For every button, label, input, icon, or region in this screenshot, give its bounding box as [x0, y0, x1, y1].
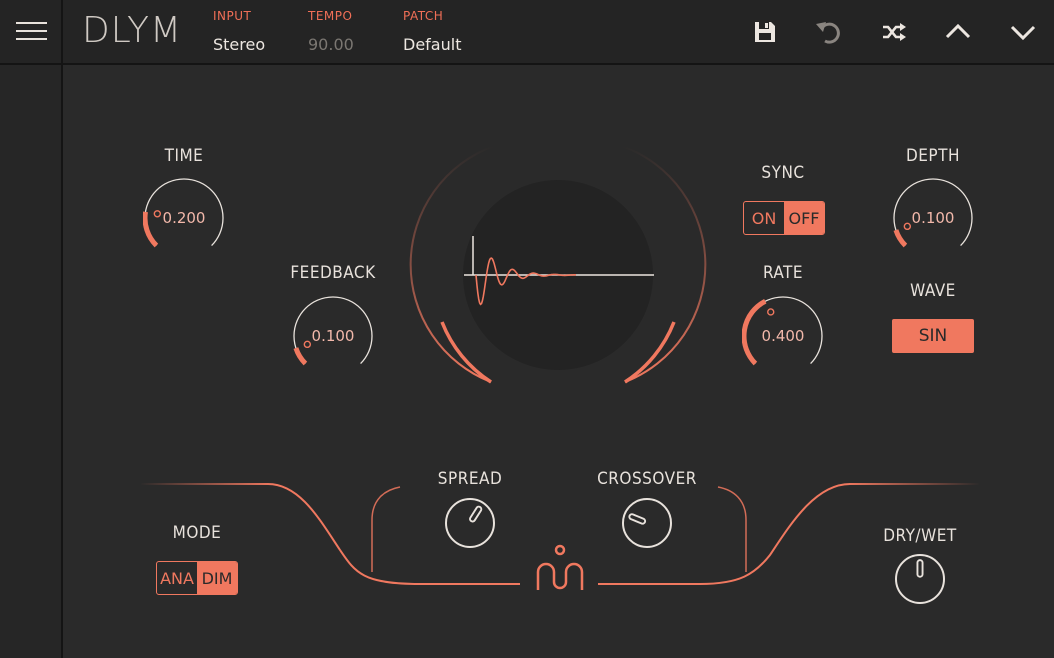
knob-body — [445, 498, 495, 548]
sync-off-option[interactable]: OFF — [784, 202, 824, 234]
sync-on-option[interactable]: ON — [744, 202, 784, 234]
sync-toggle: ON OFF — [743, 201, 825, 235]
depth-label: DEPTH — [905, 146, 961, 166]
brand-mark-icon — [536, 544, 584, 590]
rate-value: 0.400 — [761, 327, 805, 345]
knob-value-arc — [893, 229, 908, 248]
crossover-knob[interactable] — [621, 497, 673, 549]
knob-indicator — [153, 210, 162, 218]
feedback-value: 0.100 — [311, 327, 355, 345]
knob-indicator — [903, 222, 912, 231]
drywet-knob[interactable] — [894, 553, 946, 605]
bottom-contour — [140, 483, 980, 585]
knob-indicator — [767, 308, 775, 316]
crossover-label: CROSSOVER — [597, 469, 697, 489]
time-value: 0.200 — [162, 209, 206, 227]
knob-body — [622, 498, 672, 548]
mode-label: MODE — [172, 523, 222, 543]
delay-visualizer — [409, 145, 707, 384]
mode-dim-option[interactable]: DIM — [197, 562, 237, 594]
time-label: TIME — [164, 146, 204, 166]
sync-label: SYNC — [761, 163, 805, 183]
feedback-label: FEEDBACK — [290, 263, 376, 283]
mode-toggle: ANA DIM — [156, 561, 238, 595]
spread-knob[interactable] — [444, 497, 496, 549]
rate-label: RATE — [762, 263, 804, 283]
drywet-label: DRY/WET — [883, 526, 957, 546]
depth-value: 0.100 — [911, 209, 955, 227]
wave-label: WAVE — [910, 281, 956, 301]
knob-value-arc — [293, 347, 308, 366]
wave-selector[interactable]: SIN — [892, 319, 974, 353]
spread-label: SPREAD — [437, 469, 503, 489]
mode-ana-option[interactable]: ANA — [157, 562, 197, 594]
knob-value-arc — [143, 211, 159, 248]
knob-indicator — [303, 340, 312, 349]
